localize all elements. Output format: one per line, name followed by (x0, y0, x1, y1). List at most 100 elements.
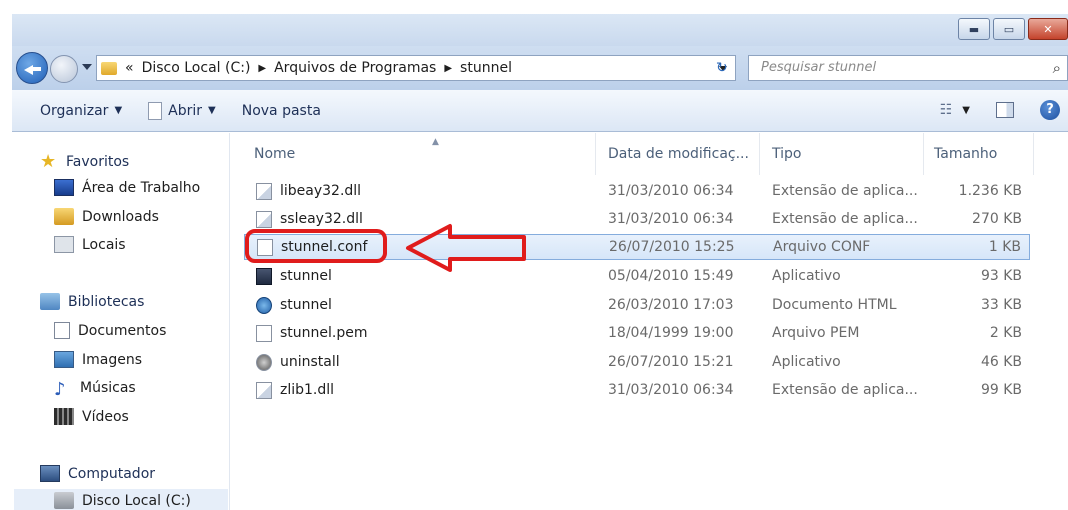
breadcrumb-arquivos[interactable]: Arquivos de Programas (274, 60, 436, 76)
chevron-down-icon: ▼ (114, 105, 123, 116)
file-date: 31/03/2010 06:34 (608, 211, 734, 227)
recent-pages-dropdown[interactable] (82, 64, 92, 70)
file-date: 26/03/2010 17:03 (608, 297, 734, 313)
column-header-date[interactable]: Data de modificaç... (598, 133, 760, 175)
nav-item-label: Locais (82, 236, 126, 253)
navigation-pane: ★ Favoritos Área de Trabalho Downloads L… (12, 133, 230, 510)
file-type: Extensão de aplica... (772, 382, 918, 398)
new-folder-label: Nova pasta (241, 102, 321, 119)
close-button[interactable]: ✕ (1028, 18, 1068, 40)
minimize-button[interactable]: ▬ (958, 18, 990, 40)
organize-label: Organizar (40, 102, 109, 119)
dll-icon (256, 182, 272, 200)
maximize-button[interactable]: ▭ (993, 18, 1025, 40)
file-size: 2 KB (989, 325, 1022, 341)
preview-pane-icon[interactable] (996, 102, 1014, 118)
file-size: 270 KB (972, 211, 1022, 227)
column-type-label: Tipo (772, 146, 802, 162)
nav-downloads[interactable]: Downloads (54, 208, 159, 225)
nav-computer-label: Computador (68, 465, 156, 482)
file-size: 99 KB (980, 382, 1022, 398)
file-name: uninstall (280, 354, 340, 370)
document-icon (148, 101, 163, 120)
breadcrumb-stunnel[interactable]: stunnel (460, 60, 512, 76)
nav-computer[interactable]: Computador (40, 465, 155, 482)
search-input[interactable]: Pesquisar stunnel ⌕ (748, 55, 1068, 81)
computer-icon (40, 465, 60, 482)
nav-desktop[interactable]: Área de Trabalho (54, 179, 200, 196)
nav-item-label: Downloads (82, 208, 159, 225)
nav-pictures[interactable]: Imagens (54, 351, 142, 368)
nav-favorites[interactable]: ★ Favoritos (40, 151, 129, 172)
file-icon (256, 324, 272, 342)
file-row[interactable]: stunnel 26/03/2010 17:03 Documento HTML … (244, 292, 1030, 318)
nav-documents[interactable]: Documentos (54, 322, 166, 339)
file-type: Aplicativo (772, 268, 841, 284)
column-date-label: Data de modificaç... (608, 146, 749, 162)
nav-libraries[interactable]: Bibliotecas (40, 293, 144, 310)
file-type: Documento HTML (772, 297, 897, 313)
open-button[interactable]: Abrir ▼ (148, 101, 216, 120)
file-type: Arquivo CONF (773, 239, 871, 255)
file-type: Aplicativo (772, 354, 841, 370)
view-options-icon[interactable]: ☷ (940, 102, 953, 118)
star-icon: ★ (40, 151, 57, 172)
annotation-arrow-icon (406, 224, 526, 272)
organize-button[interactable]: Organizar ▼ (40, 103, 122, 119)
documents-icon (54, 322, 70, 339)
file-size: 93 KB (980, 268, 1022, 284)
nav-favorites-label: Favoritos (66, 153, 130, 170)
file-date: 18/04/1999 19:00 (608, 325, 734, 341)
nav-libraries-label: Bibliotecas (68, 293, 145, 310)
chevron-down-icon: ▼ (208, 105, 216, 116)
chevron-down-icon[interactable]: ▼ (962, 105, 970, 116)
file-size: 1 KB (988, 239, 1021, 255)
file-row[interactable]: libeay32.dll 31/03/2010 06:34 Extensão d… (244, 178, 1030, 204)
column-header-type[interactable]: Tipo (762, 133, 924, 175)
file-row[interactable]: uninstall 26/07/2010 15:21 Aplicativo 46… (244, 349, 1030, 375)
file-row[interactable]: stunnel.pem 18/04/1999 19:00 Arquivo PEM… (244, 320, 1030, 346)
file-type: Arquivo PEM (772, 325, 860, 341)
pictures-icon (54, 351, 74, 368)
dll-icon (256, 210, 272, 228)
open-label: Abrir (168, 102, 203, 119)
file-name: stunnel.pem (280, 325, 368, 341)
refresh-icon[interactable]: ↻ (716, 60, 728, 76)
nav-item-label: Documentos (78, 322, 167, 339)
file-type: Extensão de aplica... (772, 211, 918, 227)
recent-places-icon (54, 236, 74, 253)
file-size: 46 KB (980, 354, 1022, 370)
help-icon[interactable]: ? (1040, 100, 1060, 120)
file-type: Extensão de aplica... (772, 183, 918, 199)
title-bar: ▬ ▭ ✕ (12, 14, 1068, 46)
nav-videos[interactable]: Vídeos (54, 408, 129, 425)
nav-local-disk[interactable]: Disco Local (C:) (54, 492, 191, 509)
file-name: ssleay32.dll (280, 211, 363, 227)
breadcrumb-overflow[interactable]: « (125, 60, 134, 76)
exe-icon (256, 267, 272, 285)
chevron-right-icon[interactable]: ▶ (258, 63, 266, 74)
nav-music[interactable]: ♪ Músicas (54, 379, 136, 400)
file-name: stunnel (280, 297, 332, 313)
file-date: 26/07/2010 15:25 (609, 239, 735, 255)
nav-item-label: Músicas (80, 379, 136, 396)
search-icon[interactable]: ⌕ (1053, 59, 1061, 77)
window-controls: ▬ ▭ ✕ (955, 18, 1068, 40)
column-name-label: Nome (254, 146, 296, 162)
file-date: 31/03/2010 06:34 (608, 183, 734, 199)
file-row[interactable]: stunnel 05/04/2010 15:49 Aplicativo 93 K… (244, 263, 1030, 289)
file-name: zlib1.dll (280, 382, 335, 398)
chevron-right-icon[interactable]: ▶ (444, 63, 452, 74)
new-folder-button[interactable]: Nova pasta (242, 103, 321, 119)
address-bar[interactable]: « Disco Local (C:) ▶ Arquivos de Program… (96, 55, 736, 81)
music-icon: ♪ (54, 379, 66, 400)
forward-button[interactable] (50, 55, 78, 83)
column-header-name[interactable]: Nome ▲ (244, 133, 596, 175)
nav-recent-places[interactable]: Locais (54, 236, 126, 253)
column-header-size[interactable]: Tamanho (924, 133, 1034, 175)
back-button[interactable] (16, 52, 48, 84)
file-row[interactable]: zlib1.dll 31/03/2010 06:34 Extensão de a… (244, 377, 1030, 403)
dll-icon (256, 381, 272, 399)
address-row: « Disco Local (C:) ▶ Arquivos de Program… (12, 46, 1068, 90)
breadcrumb-disco-local[interactable]: Disco Local (C:) (142, 60, 251, 76)
